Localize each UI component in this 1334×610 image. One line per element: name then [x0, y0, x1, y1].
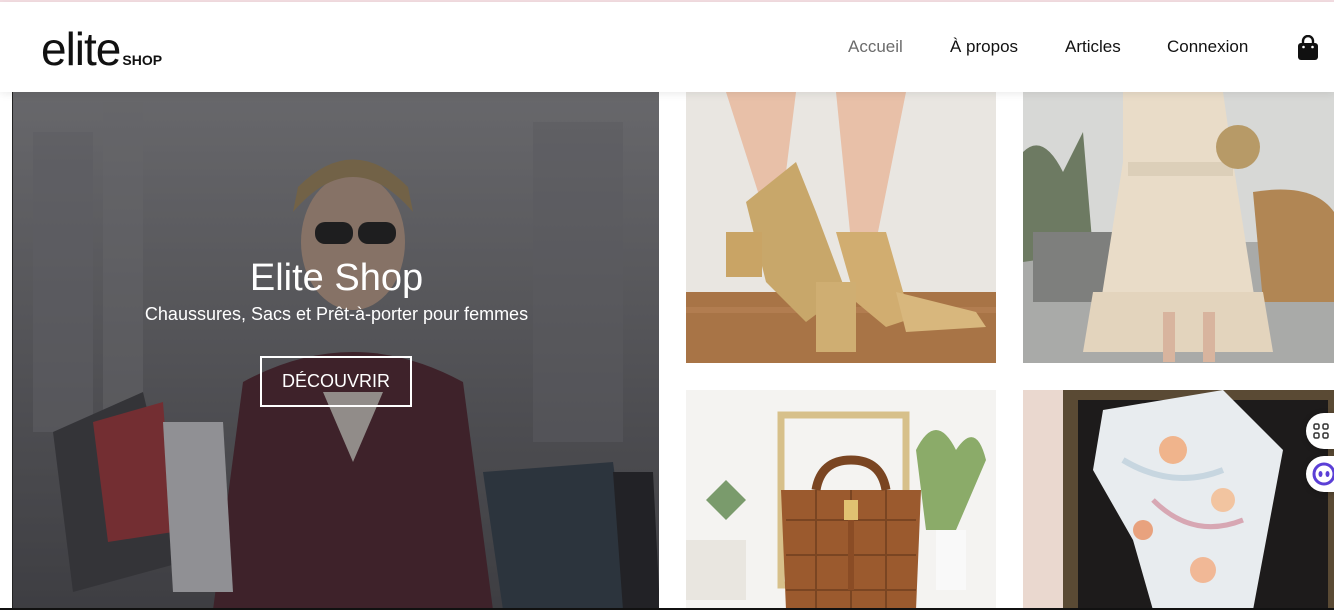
- nav-item-connexion[interactable]: Connexion: [1167, 37, 1248, 57]
- gold-sandals-image: [686, 92, 996, 363]
- nav-item-articles[interactable]: Articles: [1065, 37, 1121, 57]
- product-tile-handbag[interactable]: [686, 390, 996, 610]
- chat-widget-button[interactable]: [1306, 456, 1334, 492]
- product-tile-scarf[interactable]: [1023, 390, 1334, 610]
- apps-grid-icon: [1313, 423, 1329, 439]
- beige-dress-image: [1023, 92, 1334, 363]
- hero-subtitle: Chaussures, Sacs et Prêt-à-porter pour f…: [144, 304, 529, 324]
- brown-handbag-image: [686, 390, 996, 610]
- hero-banner: Elite Shop Chaussures, Sacs et Prêt-à-po…: [12, 92, 659, 610]
- product-tile-sandals[interactable]: [686, 92, 996, 363]
- apps-widget-button[interactable]: [1306, 413, 1334, 449]
- main-nav: Accueil À propos Articles Connexion: [0, 37, 1334, 61]
- nav-item-a-propos[interactable]: À propos: [950, 37, 1018, 57]
- hero-title: Elite Shop: [249, 257, 424, 299]
- silk-scarf-image: [1023, 390, 1334, 610]
- product-tile-dress[interactable]: [1023, 92, 1334, 363]
- hero-overlay: [13, 92, 659, 610]
- chat-bot-icon: [1312, 462, 1334, 486]
- shopping-bag-icon[interactable]: [1297, 35, 1319, 61]
- discover-button[interactable]: DÉCOUVRIR: [260, 356, 412, 407]
- nav-item-accueil[interactable]: Accueil: [848, 37, 903, 57]
- site-header: elite SHOP Accueil À propos Articles Con…: [0, 2, 1334, 92]
